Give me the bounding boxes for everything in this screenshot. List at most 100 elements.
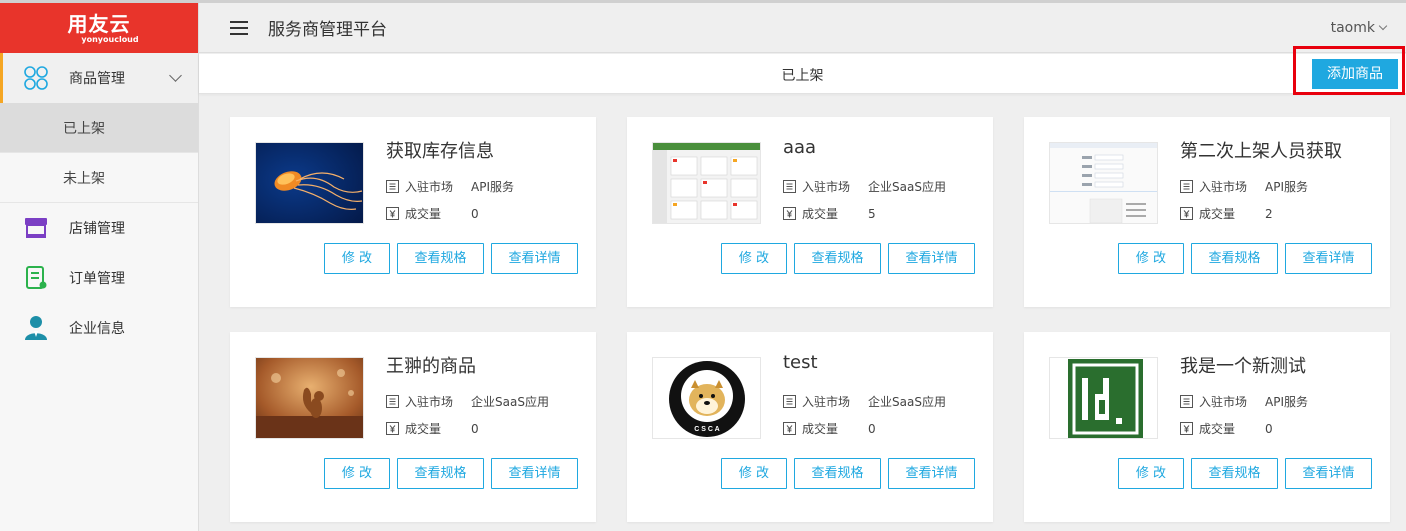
view-details-button[interactable]: 查看详情 bbox=[1285, 458, 1372, 489]
view-specs-button[interactable]: 查看规格 bbox=[1191, 458, 1278, 489]
product-name: 我是一个新测试 bbox=[1180, 356, 1306, 377]
market-row: 入驻市场 API服务 bbox=[1180, 393, 1308, 410]
deals-value: 2 bbox=[1265, 206, 1273, 221]
logo-text: 用友云 bbox=[67, 11, 131, 36]
product-name: 王翀的商品 bbox=[386, 356, 476, 377]
deals-value: 0 bbox=[868, 421, 876, 436]
store-icon bbox=[23, 215, 49, 241]
market-row: 入驻市场 企业SaaS应用 bbox=[783, 393, 946, 410]
product-thumbnail[interactable] bbox=[1049, 357, 1158, 439]
market-label: 入驻市场 bbox=[1199, 180, 1248, 194]
edit-button[interactable]: 修 改 bbox=[324, 243, 390, 274]
sidebar-item-label: 企业信息 bbox=[69, 321, 125, 337]
view-specs-button[interactable]: 查看规格 bbox=[794, 458, 881, 489]
deals-value: 0 bbox=[471, 206, 479, 221]
view-details-button[interactable]: 查看详情 bbox=[1285, 243, 1372, 274]
edit-button[interactable]: 修 改 bbox=[1118, 458, 1184, 489]
market-row: 入驻市场 企业SaaS应用 bbox=[783, 178, 946, 195]
product-thumbnail[interactable] bbox=[255, 357, 364, 439]
deals-label: 成交量 bbox=[802, 207, 839, 221]
sidebar-item-label: 店铺管理 bbox=[69, 221, 125, 237]
sidebar-subitem-unlisted[interactable]: 未上架 bbox=[0, 153, 198, 203]
market-value: API服务 bbox=[1265, 395, 1308, 409]
yen-icon bbox=[1180, 422, 1193, 435]
sidebar-item-orders[interactable]: 订单管理 bbox=[0, 253, 198, 303]
deals-label: 成交量 bbox=[405, 422, 442, 436]
view-specs-button[interactable]: 查看规格 bbox=[794, 243, 881, 274]
yen-icon bbox=[783, 207, 796, 220]
edit-button[interactable]: 修 改 bbox=[324, 458, 390, 489]
document-icon bbox=[1180, 395, 1193, 408]
view-specs-button[interactable]: 查看规格 bbox=[397, 243, 484, 274]
sidebar: 用友云 yonyoucloud 商品管理 已上架 未上架 店铺管理 订单管理 企… bbox=[0, 3, 199, 531]
product-name: test bbox=[783, 352, 818, 373]
product-name: 获取库存信息 bbox=[386, 141, 494, 162]
sidebar-item-company[interactable]: 企业信息 bbox=[0, 303, 198, 353]
document-icon bbox=[783, 180, 796, 193]
edit-button[interactable]: 修 改 bbox=[1118, 243, 1184, 274]
market-label: 入驻市场 bbox=[1199, 395, 1248, 409]
user-menu[interactable]: taomk bbox=[1330, 20, 1388, 36]
product-thumbnail[interactable] bbox=[255, 142, 364, 224]
top-header: 服务商管理平台 taomk bbox=[199, 3, 1406, 53]
product-card: 王翀的商品入驻市场 企业SaaS应用成交量 0 修 改查看规格 查看详情 bbox=[230, 332, 596, 522]
document-icon bbox=[386, 395, 399, 408]
product-thumbnail[interactable] bbox=[652, 142, 761, 224]
view-details-button[interactable]: 查看详情 bbox=[888, 458, 975, 489]
market-value: API服务 bbox=[471, 180, 514, 194]
sidebar-item-label: 商品管理 bbox=[69, 71, 125, 87]
market-label: 入驻市场 bbox=[405, 180, 454, 194]
deals-row: 成交量 0 bbox=[1180, 420, 1273, 437]
market-label: 入驻市场 bbox=[802, 395, 851, 409]
view-details-button[interactable]: 查看详情 bbox=[491, 458, 578, 489]
product-thumbnail[interactable] bbox=[1049, 142, 1158, 224]
yen-icon bbox=[1180, 207, 1193, 220]
product-name: aaa bbox=[783, 137, 817, 158]
edit-button[interactable]: 修 改 bbox=[721, 458, 787, 489]
sidebar-item-store[interactable]: 店铺管理 bbox=[0, 203, 198, 253]
view-specs-button[interactable]: 查看规格 bbox=[1191, 243, 1278, 274]
username: taomk bbox=[1330, 20, 1375, 36]
view-details-button[interactable]: 查看详情 bbox=[491, 243, 578, 274]
document-icon bbox=[783, 395, 796, 408]
deals-label: 成交量 bbox=[1199, 422, 1236, 436]
deals-row: 成交量 2 bbox=[1180, 205, 1273, 222]
chevron-down-icon bbox=[169, 69, 182, 82]
deals-label: 成交量 bbox=[802, 422, 839, 436]
chevron-down-icon bbox=[1378, 21, 1388, 31]
svg-text:C S C A: C S C A bbox=[694, 426, 719, 433]
sub-header: 已上架 添加商品 bbox=[199, 46, 1406, 95]
person-icon bbox=[23, 315, 49, 341]
edit-button[interactable]: 修 改 bbox=[721, 243, 787, 274]
deals-value: 5 bbox=[868, 206, 876, 221]
document-icon bbox=[386, 180, 399, 193]
order-icon bbox=[23, 265, 49, 291]
market-row: 入驻市场 企业SaaS应用 bbox=[386, 393, 549, 410]
deals-row: 成交量 0 bbox=[386, 420, 479, 437]
view-specs-button[interactable]: 查看规格 bbox=[397, 458, 484, 489]
yen-icon bbox=[783, 422, 796, 435]
deals-label: 成交量 bbox=[1199, 207, 1236, 221]
product-card: 我是一个新测试入驻市场 API服务成交量 0 修 改查看规格 查看详情 bbox=[1024, 332, 1390, 522]
page-title: 服务商管理平台 bbox=[268, 20, 387, 40]
sidebar-item-products[interactable]: 商品管理 bbox=[0, 53, 198, 103]
market-row: 入驻市场 API服务 bbox=[1180, 178, 1308, 195]
deals-value: 0 bbox=[471, 421, 479, 436]
market-label: 入驻市场 bbox=[802, 180, 851, 194]
section-title: 已上架 bbox=[781, 68, 824, 84]
view-details-button[interactable]: 查看详情 bbox=[888, 243, 975, 274]
logo[interactable]: 用友云 yonyoucloud bbox=[0, 3, 198, 53]
menu-icon[interactable] bbox=[230, 20, 248, 35]
product-card: C S C A test 入驻市场 企业SaaS应用成交量 0 修 改查看规格 查看详情 bbox=[627, 332, 993, 522]
product-card: 第二次上架人员获取 入驻市场 API服务 成交量 2 修 改查看规格 查看详情 bbox=[1024, 117, 1390, 307]
add-product-button[interactable]: 添加商品 bbox=[1312, 59, 1398, 89]
deals-value: 0 bbox=[1265, 421, 1273, 436]
yen-icon bbox=[386, 422, 399, 435]
sidebar-subitem-listed[interactable]: 已上架 bbox=[0, 103, 198, 153]
product-card: aaa 入驻市场 企业SaaS应用成交量 5 修 改查看规格 查看详情 bbox=[627, 117, 993, 307]
logo-subtext: yonyoucloud bbox=[81, 34, 139, 44]
market-value: 企业SaaS应用 bbox=[868, 180, 946, 194]
grid-icon bbox=[23, 65, 49, 91]
product-thumbnail[interactable]: C S C A bbox=[652, 357, 761, 439]
deals-row: 成交量 0 bbox=[783, 420, 876, 437]
